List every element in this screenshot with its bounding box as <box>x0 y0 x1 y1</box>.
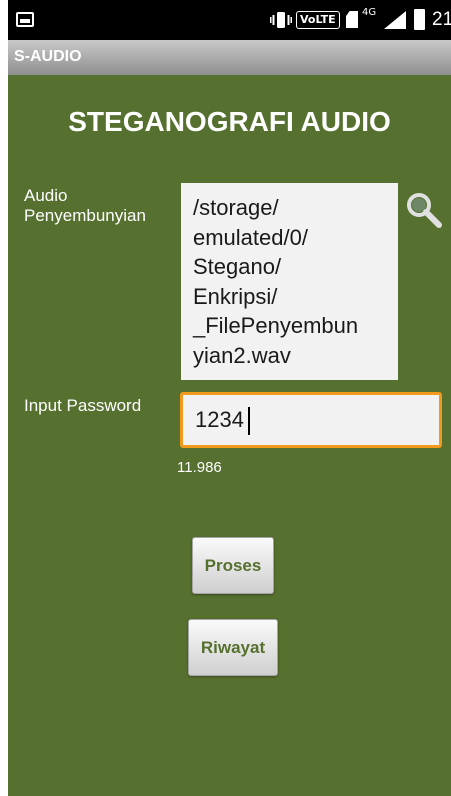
sim-icon <box>346 11 358 28</box>
image-notification-icon <box>16 12 34 27</box>
page-title: STEGANOGRAFI AUDIO <box>68 106 391 137</box>
proses-button[interactable]: Proses <box>192 537 274 594</box>
app-screen: VoLTE 4G 21:55 S-AUDIO STEGANOGRAFI AUDI… <box>8 0 451 796</box>
file-path-line: emulated/0/ <box>193 224 308 250</box>
status-bar: VoLTE 4G 21:55 <box>8 0 451 40</box>
status-time: 21:55 <box>432 9 451 30</box>
password-input[interactable]: 1234 <box>180 392 442 448</box>
app-title: S-AUDIO <box>14 48 82 65</box>
result-value: 11.986 <box>177 459 222 476</box>
file-path-line: /storage/ <box>193 195 279 220</box>
file-path-line: Stegano/ <box>193 254 282 279</box>
volte-badge: VoLTE <box>296 11 340 29</box>
file-path-line: yian2.wav <box>193 342 291 368</box>
audio-file-path-field[interactable]: /storage/ emulated/0/ Stegano/ Enkripsi/… <box>181 183 398 380</box>
riwayat-button[interactable]: Riwayat <box>188 619 278 676</box>
app-bar: S-AUDIO <box>8 40 451 75</box>
text-cursor <box>248 407 250 435</box>
audio-label: Audio Penyembunyian <box>24 186 146 225</box>
search-icon[interactable] <box>404 190 444 230</box>
file-path-line: Enkripsi/ <box>193 283 278 309</box>
vibrate-icon <box>270 12 292 28</box>
password-label: Input Password <box>24 396 142 415</box>
file-path-line: _FilePenyembun <box>193 313 359 338</box>
signal-icon <box>384 11 406 29</box>
battery-icon <box>414 9 425 30</box>
